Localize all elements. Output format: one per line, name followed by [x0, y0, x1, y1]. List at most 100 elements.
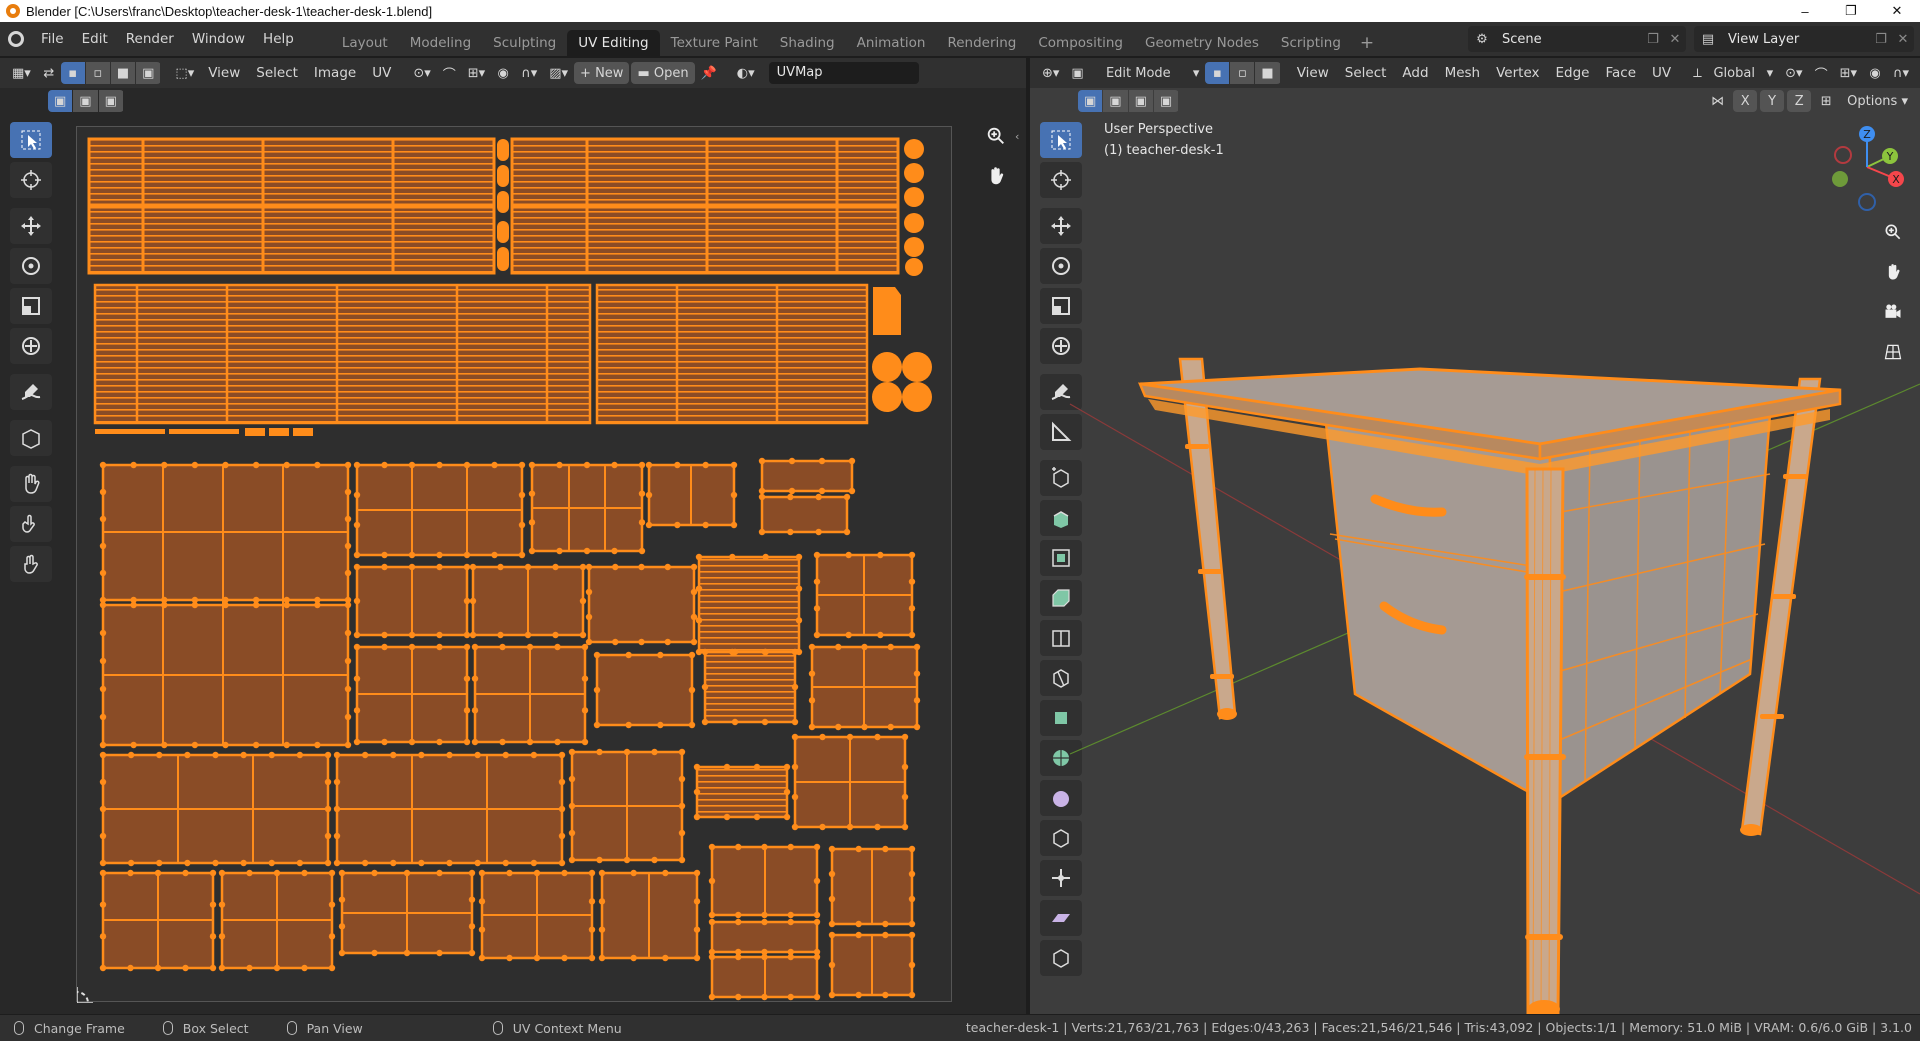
vp-menu-mesh[interactable]: Mesh	[1437, 62, 1489, 84]
viewport-editor-type-icon[interactable]: ⊕▾	[1036, 62, 1065, 84]
editor-divider[interactable]	[1026, 58, 1030, 1014]
minimize-button[interactable]: –	[1782, 0, 1828, 22]
vp-select-subtract-icon[interactable]: ▣	[1128, 90, 1153, 112]
overlays-icon[interactable]: ◐▾	[731, 62, 761, 84]
vertex-select-mode-icon[interactable]: ▪	[1205, 62, 1230, 84]
open-image-button[interactable]: ▬ Open	[631, 62, 695, 84]
mode-selector[interactable]: ▣ Edit Mode ▾	[1065, 62, 1205, 84]
mirror-y-toggle[interactable]: Y	[1760, 90, 1785, 112]
view-layer-remove-icon[interactable]: ✕	[1892, 32, 1914, 47]
zoom-icon[interactable]	[980, 120, 1012, 152]
tab-geometry-nodes[interactable]: Geometry Nodes	[1134, 30, 1270, 56]
orientation-selector[interactable]: ⟂ Global ▾	[1687, 62, 1779, 84]
options-button[interactable]: Options ▾	[1841, 90, 1914, 112]
select-new-icon[interactable]: ▣	[48, 90, 73, 112]
vp-snap-target-icon[interactable]: ⊞▾	[1834, 62, 1863, 84]
new-image-button[interactable]: + New	[574, 62, 630, 84]
vp-menu-uv[interactable]: UV	[1644, 62, 1679, 84]
edge-select-mode-icon[interactable]: ▫	[1230, 62, 1255, 84]
uv-menu-view[interactable]: View	[200, 62, 248, 84]
vertex-select-icon[interactable]: ▪	[60, 62, 85, 84]
pinch-tool[interactable]	[10, 546, 52, 582]
vp-select-new-icon[interactable]: ▣	[1078, 90, 1103, 112]
view-layer-selector[interactable]: ▤ View Layer ❐ ✕	[1694, 26, 1914, 52]
vp-menu-edge[interactable]: Edge	[1548, 62, 1598, 84]
menu-help[interactable]: Help	[254, 26, 303, 52]
pivot-point-icon[interactable]: ⊙▾	[407, 62, 436, 84]
tab-compositing[interactable]: Compositing	[1027, 30, 1134, 56]
edge-select-icon[interactable]: ▫	[85, 62, 110, 84]
island-select-icon[interactable]: ▣	[136, 62, 161, 84]
tab-layout[interactable]: Layout	[331, 30, 399, 56]
select-extend-icon[interactable]: ▣	[73, 90, 98, 112]
uv-canvas[interactable]	[76, 126, 952, 1003]
tab-animation[interactable]: Animation	[846, 30, 937, 56]
blender-logo-icon[interactable]	[0, 22, 32, 56]
proportional-edit-icon[interactable]: ◉	[491, 62, 515, 84]
tab-uv-editing[interactable]: UV Editing	[567, 30, 660, 56]
restore-button[interactable]: ❐	[1828, 0, 1874, 22]
uv-menu-image[interactable]: Image	[306, 62, 364, 84]
sticky-selection-icon[interactable]: ⬚▾	[169, 62, 200, 84]
sync-selection-icon[interactable]: ⇄	[37, 62, 61, 84]
add-workspace-button[interactable]: +	[1352, 30, 1382, 56]
vp-snap-icon[interactable]: ⌒	[1809, 62, 1834, 84]
sidebar-toggle-icon[interactable]: ‹	[1015, 130, 1019, 143]
close-button[interactable]: ✕	[1874, 0, 1920, 22]
tab-sculpting[interactable]: Sculpting	[482, 30, 567, 56]
falloff-icon[interactable]: ∩▾	[515, 62, 543, 84]
tab-shading[interactable]: Shading	[769, 30, 846, 56]
pan-hand-icon[interactable]	[980, 160, 1012, 192]
vp-falloff-icon[interactable]: ∩▾	[1887, 62, 1915, 84]
vp-menu-select[interactable]: Select	[1337, 62, 1395, 84]
menu-edit[interactable]: Edit	[73, 26, 117, 52]
relax-tool[interactable]	[10, 506, 52, 542]
pin-icon[interactable]: 📌	[695, 62, 723, 84]
menu-window[interactable]: Window	[183, 26, 254, 52]
snap-icon[interactable]: ⌒	[437, 62, 462, 84]
vp-menu-vertex[interactable]: Vertex	[1488, 62, 1547, 84]
scene-copy-icon[interactable]: ❐	[1642, 32, 1664, 47]
cursor-tool[interactable]	[10, 162, 52, 198]
uvmap-field[interactable]: UVMap	[768, 62, 919, 84]
rip-tool[interactable]	[10, 420, 52, 456]
view-layer-name[interactable]: View Layer	[1722, 32, 1870, 47]
transform-tool[interactable]	[10, 328, 52, 364]
move-tool[interactable]	[10, 208, 52, 244]
menu-render[interactable]: Render	[117, 26, 183, 52]
tab-texture-paint[interactable]: Texture Paint	[660, 30, 769, 56]
mirror-z-toggle[interactable]: Z	[1787, 90, 1812, 112]
face-select-icon[interactable]: ■	[110, 62, 136, 84]
select-box-tool[interactable]	[10, 122, 52, 158]
scene-selector[interactable]: ⚙ Scene ❐ ✕	[1468, 26, 1686, 52]
snap-target-icon[interactable]: ⊞▾	[462, 62, 491, 84]
tab-modeling[interactable]: Modeling	[399, 30, 482, 56]
rotate-tool[interactable]	[10, 248, 52, 284]
status-pan-view-label: Pan View	[306, 1020, 363, 1036]
vp-select-intersect-icon[interactable]: ▣	[1153, 90, 1179, 112]
vp-proportional-icon[interactable]: ◉	[1863, 62, 1887, 84]
select-subtract-icon[interactable]: ▣	[98, 90, 123, 112]
scene-name[interactable]: Scene	[1496, 32, 1642, 47]
tab-scripting[interactable]: Scripting	[1270, 30, 1352, 56]
vp-select-extend-icon[interactable]: ▣	[1103, 90, 1128, 112]
vp-menu-view[interactable]: View	[1289, 62, 1337, 84]
mirror-x-toggle[interactable]: X	[1733, 90, 1758, 112]
scale-tool[interactable]	[10, 288, 52, 324]
vp-menu-face[interactable]: Face	[1598, 62, 1645, 84]
scene-remove-icon[interactable]: ✕	[1664, 32, 1686, 47]
face-select-mode-icon[interactable]: ■	[1255, 62, 1280, 84]
vp-menu-add[interactable]: Add	[1394, 62, 1436, 84]
uv-menu-select[interactable]: Select	[248, 62, 306, 84]
grab-tool[interactable]	[10, 466, 52, 502]
view-layer-copy-icon[interactable]: ❐	[1870, 32, 1892, 47]
mirror-icon[interactable]: ⋈	[1705, 90, 1730, 112]
tab-rendering[interactable]: Rendering	[936, 30, 1027, 56]
annotate-tool[interactable]	[10, 374, 52, 410]
editor-type-icon[interactable]: ▦▾	[6, 62, 37, 84]
auto-merge-icon[interactable]: ⊞	[1814, 90, 1838, 112]
menu-file[interactable]: File	[32, 26, 73, 52]
pivot-icon[interactable]: ⊙▾	[1779, 62, 1808, 84]
image-browse-icon[interactable]: ▨▾	[543, 62, 574, 84]
uv-menu-uv[interactable]: UV	[364, 62, 399, 84]
